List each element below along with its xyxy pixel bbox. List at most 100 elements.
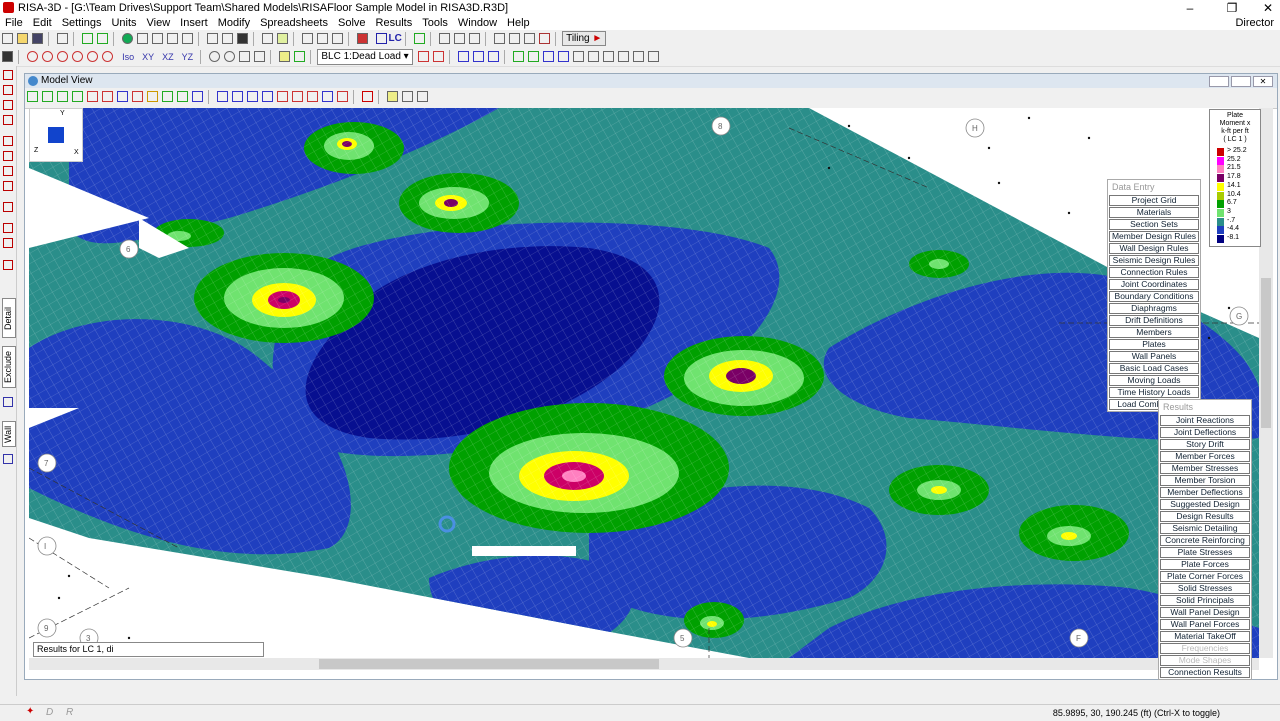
restore-icon[interactable]: ❐	[1212, 0, 1252, 16]
wall-panel-icon[interactable]	[3, 397, 13, 407]
lasso-icon[interactable]	[3, 166, 13, 176]
grid-icon[interactable]	[152, 33, 164, 44]
menu-settings[interactable]: Settings	[57, 16, 107, 30]
results-plate-corner-forces-button[interactable]: Plate Corner Forces	[1160, 571, 1250, 582]
draw-icon[interactable]	[167, 33, 179, 44]
mv-move-icon[interactable]	[217, 91, 229, 102]
results-plate-stresses-button[interactable]: Plate Stresses	[1160, 547, 1250, 558]
results-design-results-button[interactable]: Design Results	[1160, 511, 1250, 522]
rotate-y2-icon[interactable]	[87, 51, 99, 62]
rotate-z-icon[interactable]	[57, 51, 69, 62]
tiling-button[interactable]: Tiling ►	[562, 31, 607, 46]
load-case-select[interactable]: BLC 1:Dead Load ▾	[317, 49, 413, 65]
data-entry-seismic-design-rules-button[interactable]: Seismic Design Rules	[1109, 255, 1199, 266]
load-case-icon[interactable]	[375, 33, 387, 44]
line-select-icon[interactable]	[3, 181, 13, 191]
draw-supports-icon[interactable]	[3, 115, 13, 125]
sheet-icon[interactable]	[262, 33, 274, 44]
mv-scale-icon[interactable]	[247, 91, 259, 102]
menu-file[interactable]: File	[0, 16, 28, 30]
mv-tag-icon[interactable]	[147, 91, 158, 102]
mv-rotate-icon[interactable]	[232, 91, 244, 102]
criteria-icon[interactable]	[3, 238, 13, 248]
iso-view-button[interactable]: Iso	[122, 52, 134, 62]
mv-snap-icon[interactable]	[322, 91, 334, 102]
mv-delete-icon[interactable]	[362, 91, 374, 102]
menu-view[interactable]: View	[142, 16, 176, 30]
menu-tools[interactable]: Tools	[417, 16, 453, 30]
mv-arrow-icon[interactable]	[117, 91, 128, 102]
results-connection-results-button[interactable]: Connection Results	[1160, 667, 1250, 678]
results-solid-principals-button[interactable]: Solid Principals	[1160, 595, 1250, 606]
results-member-torsion-button[interactable]: Member Torsion	[1160, 475, 1250, 486]
menu-modify[interactable]: Modify	[213, 16, 255, 30]
mv-extrude-icon[interactable]	[337, 91, 349, 102]
camera-icon[interactable]	[2, 51, 13, 62]
mv-mirror-icon[interactable]	[262, 91, 274, 102]
draw-joints-icon[interactable]	[3, 100, 13, 110]
menu-window[interactable]: Window	[453, 16, 502, 30]
load-arrow-icon[interactable]	[432, 51, 444, 62]
mv-insert-icon[interactable]	[307, 91, 319, 102]
results-member-stresses-button[interactable]: Member Stresses	[1160, 463, 1250, 474]
horizontal-scroll-thumb[interactable]	[319, 659, 659, 669]
rotate-x-icon[interactable]	[27, 51, 39, 62]
mv-refresh-icon[interactable]	[192, 91, 203, 102]
results-member-forces-button[interactable]: Member Forces	[1160, 451, 1250, 462]
mesh-icon[interactable]	[557, 51, 569, 62]
spring-icon[interactable]	[617, 51, 629, 62]
sheet3-icon[interactable]	[302, 33, 314, 44]
lock-icon[interactable]	[3, 260, 13, 270]
sheet2-icon[interactable]	[277, 33, 289, 44]
wall-display-icon[interactable]	[527, 51, 539, 62]
sigma-icon[interactable]	[3, 454, 13, 464]
select-icon[interactable]	[3, 136, 13, 146]
results-concrete-reinforcing-button[interactable]: Concrete Reinforcing	[1160, 535, 1250, 546]
data-entry-members-button[interactable]: Members	[1109, 327, 1199, 338]
menu-solve[interactable]: Solve	[333, 16, 371, 30]
vertical-scroll-thumb[interactable]	[1261, 278, 1271, 428]
zoom-in-icon[interactable]	[209, 51, 221, 62]
solve-icon[interactable]	[357, 33, 369, 44]
mv-maximize-icon[interactable]	[1231, 76, 1251, 87]
clone-icon[interactable]	[294, 51, 306, 62]
lc-label[interactable]: LC	[389, 33, 402, 44]
results-story-drift-button[interactable]: Story Drift	[1160, 439, 1250, 450]
render-icon[interactable]	[279, 51, 291, 62]
results-joint-deflections-button[interactable]: Joint Deflections	[1160, 427, 1250, 438]
draw-members-icon[interactable]	[3, 70, 13, 80]
data-entry-member-design-rules-button[interactable]: Member Design Rules	[1109, 231, 1199, 242]
line-icon[interactable]	[587, 51, 599, 62]
results-material-takeoff-button[interactable]: Material TakeOff	[1160, 631, 1250, 642]
undo-icon[interactable]	[82, 33, 94, 44]
xy-view-button[interactable]: XY	[142, 52, 154, 62]
mv-grid2-icon[interactable]	[417, 91, 429, 102]
save-selection-icon[interactable]	[3, 223, 13, 233]
member-icon[interactable]	[572, 51, 584, 62]
mv-grid-icon[interactable]	[402, 91, 414, 102]
data-entry-section-sets-button[interactable]: Section Sets	[1109, 219, 1199, 230]
support-icon[interactable]	[602, 51, 614, 62]
zoom-fit-icon[interactable]	[254, 51, 266, 62]
menu-results[interactable]: Results	[371, 16, 418, 30]
sheet5-icon[interactable]	[332, 33, 344, 44]
menu-spreadsheets[interactable]: Spreadsheets	[255, 16, 333, 30]
hide-icon[interactable]	[632, 51, 644, 62]
invert-icon[interactable]	[3, 202, 13, 212]
monitor-icon[interactable]	[237, 33, 249, 44]
globe-icon[interactable]	[122, 33, 134, 44]
data-entry-time-history-loads-button[interactable]: Time History Loads	[1109, 387, 1199, 398]
data-entry-basic-load-cases-button[interactable]: Basic Load Cases	[1109, 363, 1199, 374]
menu-insert[interactable]: Insert	[175, 16, 213, 30]
mv-copy-icon[interactable]	[162, 91, 173, 102]
data-entry-wall-panels-button[interactable]: Wall Panels	[1109, 351, 1199, 362]
measure-icon[interactable]	[647, 51, 659, 62]
member-display-icon[interactable]	[457, 51, 469, 62]
mv-minimize-icon[interactable]	[1209, 76, 1229, 87]
report-icon[interactable]	[494, 33, 506, 44]
menu-units[interactable]: Units	[106, 16, 141, 30]
results-solid-stresses-button[interactable]: Solid Stresses	[1160, 583, 1250, 594]
rotate-z2-icon[interactable]	[102, 51, 114, 62]
zoom-box-icon[interactable]	[239, 51, 251, 62]
rotate-x2-icon[interactable]	[72, 51, 84, 62]
